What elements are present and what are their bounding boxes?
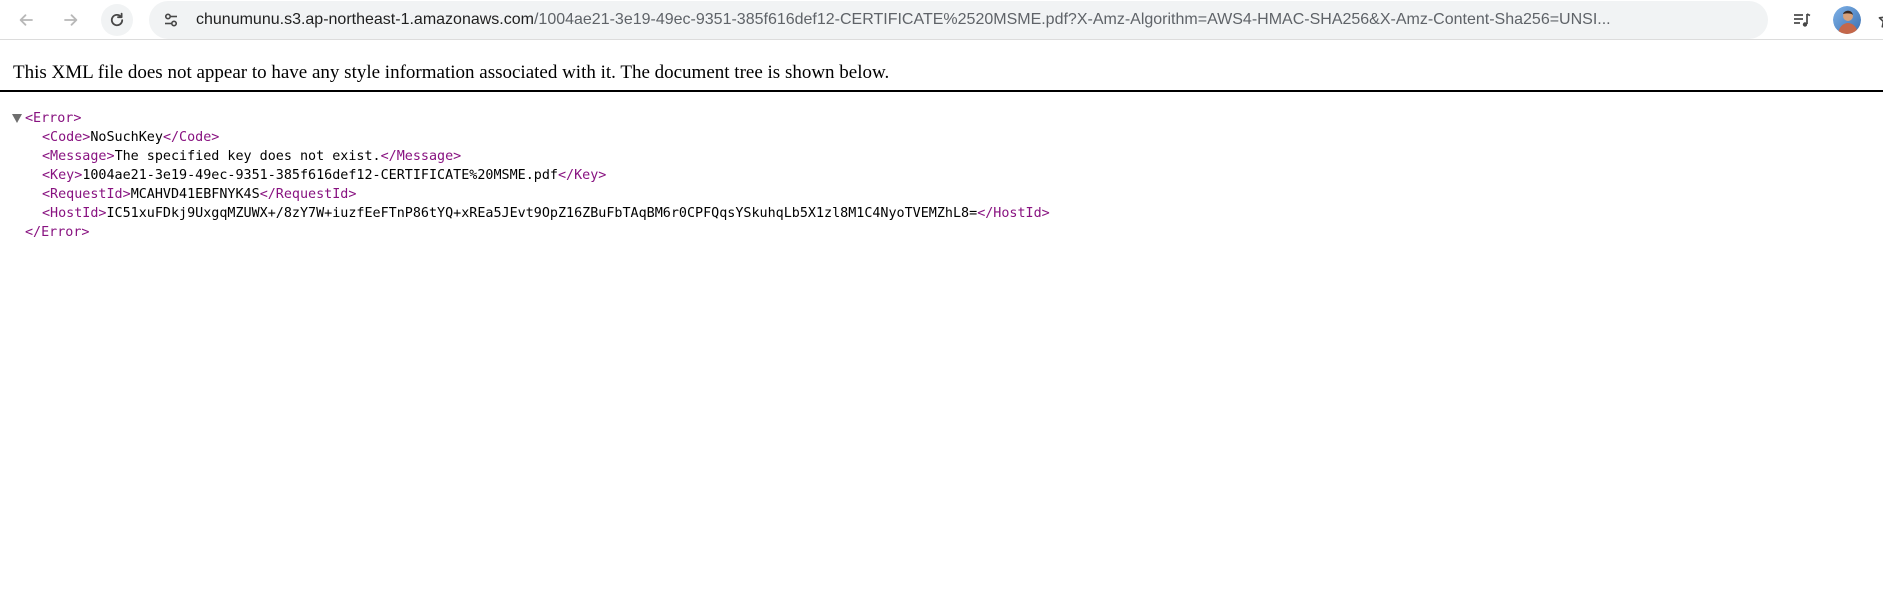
xml-root-close-line: </Error>	[25, 223, 90, 242]
xml-close-tag: </Message>	[380, 149, 462, 164]
xml-value: MCAHVD41EBFNYK4S	[130, 187, 260, 202]
address-bar[interactable]: chunumunu.s3.ap-northeast-1.amazonaws.co…	[149, 1, 1883, 39]
xml-element-code: <Code>NoSuchKey</Code>	[42, 128, 219, 147]
xml-root-open-line: <Error>	[25, 109, 81, 128]
back-arrow-icon	[19, 14, 33, 26]
xml-style-notice: This XML file does not appear to have an…	[13, 62, 890, 83]
xml-open-tag: <Message>	[42, 149, 115, 164]
star-icon	[1878, 16, 1883, 28]
xml-element-key: <Key>1004ae21-3e19-49ec-9351-385f616def1…	[42, 166, 606, 185]
url-path: /1004ae21-3e19-49ec-9351-385f616def12-CE…	[533, 11, 1611, 28]
forward-button[interactable]	[55, 4, 87, 36]
xml-viewer-header: This XML file does not appear to have an…	[0, 40, 1883, 92]
xml-close-tag: </HostId>	[977, 206, 1050, 221]
reload-button[interactable]	[101, 4, 133, 36]
forward-arrow-icon	[64, 14, 78, 26]
bookmark-button[interactable]	[1872, 5, 1883, 35]
xml-root-close-tag: </Error>	[25, 225, 90, 240]
url-text[interactable]: chunumunu.s3.ap-northeast-1.amazonaws.co…	[196, 1, 1696, 39]
reload-icon	[110, 12, 124, 27]
back-button[interactable]	[10, 4, 42, 36]
xml-root-open-tag: <Error>	[25, 111, 82, 126]
media-controls-button[interactable]	[1786, 4, 1818, 36]
site-info-button[interactable]	[156, 5, 186, 35]
profile-avatar[interactable]	[1833, 6, 1861, 34]
collapse-triangle-icon[interactable]	[12, 114, 22, 123]
xml-open-tag: <Key>	[42, 168, 83, 183]
xml-close-tag: </RequestId>	[259, 187, 357, 202]
xml-open-tag: <RequestId>	[42, 187, 131, 202]
xml-close-tag: </Key>	[557, 168, 607, 183]
media-queue-icon	[1794, 13, 1811, 27]
xml-element-message: <Message>The specified key does not exis…	[42, 147, 461, 166]
avatar-image	[1833, 6, 1861, 34]
xml-value: 1004ae21-3e19-49ec-9351-385f616def12-CER…	[82, 168, 558, 183]
browser-toolbar: chunumunu.s3.ap-northeast-1.amazonaws.co…	[0, 0, 1883, 40]
tune-icon	[164, 13, 178, 27]
xml-value: NoSuchKey	[90, 130, 163, 145]
xml-open-tag: <HostId>	[42, 206, 107, 221]
xml-open-tag: <Code>	[42, 130, 91, 145]
xml-value: IC51xuFDkj9UxgqMZUWX+/8zY7W+iuzfEeFTnP86…	[106, 206, 978, 221]
xml-element-requestid: <RequestId>MCAHVD41EBFNYK4S</RequestId>	[42, 185, 356, 204]
xml-element-hostid: <HostId>IC51xuFDkj9UxgqMZUWX+/8zY7W+iuzf…	[42, 204, 1050, 223]
url-host: chunumunu.s3.ap-northeast-1.amazonaws.co…	[196, 11, 534, 28]
xml-close-tag: </Code>	[162, 130, 220, 145]
xml-value: The specified key does not exist.	[114, 149, 381, 164]
